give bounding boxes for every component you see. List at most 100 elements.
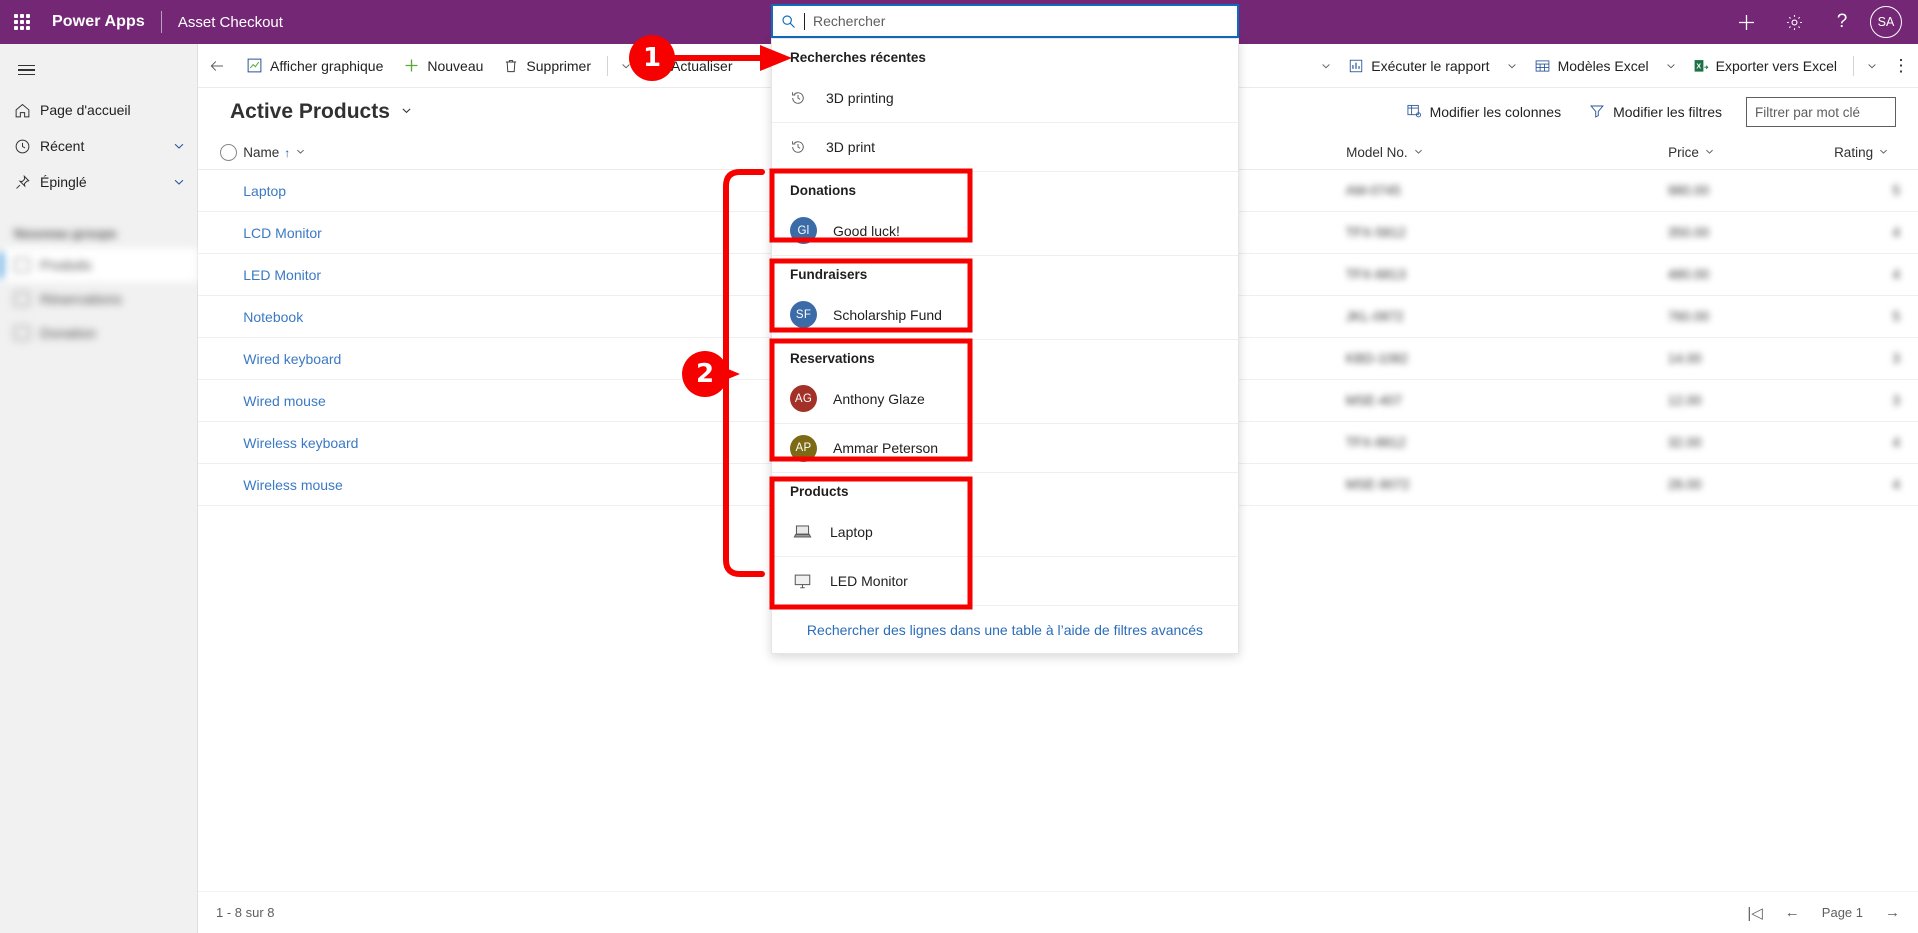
sidebar-item-reservations[interactable]: Réservations <box>0 282 197 316</box>
cell-price: 980.00 <box>1668 183 1834 198</box>
avatar[interactable]: SA <box>1870 6 1902 38</box>
row-select-circle[interactable] <box>198 224 243 241</box>
keyword-filter-input[interactable] <box>1746 97 1896 127</box>
search-section-title: Products <box>772 473 1238 507</box>
cell-model-no: TFX-8812 <box>1346 435 1668 450</box>
first-page-icon[interactable]: |◁ <box>1747 904 1762 922</box>
cell-price: 32.00 <box>1668 435 1834 450</box>
search-result-item[interactable]: APAmmar Peterson <box>772 423 1238 472</box>
command-label: Afficher graphique <box>270 58 383 74</box>
row-select-circle[interactable] <box>198 434 243 451</box>
search-result-item[interactable]: LED Monitor <box>772 556 1238 605</box>
sidebar-item-pinned[interactable]: Épinglé <box>0 164 197 200</box>
cell-rating: 4 <box>1834 267 1918 282</box>
search-result-item[interactable]: SFScholarship Fund <box>772 290 1238 339</box>
cell-model-no: TFX-5812 <box>1346 225 1668 240</box>
recent-search-label: 3D printing <box>826 90 894 106</box>
sidebar-group: Nouveau groupe Produits Réservations Don… <box>0 218 197 350</box>
chevron-down-icon[interactable] <box>1413 146 1424 160</box>
cell-price: 12.00 <box>1668 393 1834 408</box>
chevron-down-icon[interactable] <box>1704 146 1715 160</box>
advanced-find-link[interactable]: Rechercher des lignes dans une table à l… <box>772 605 1238 653</box>
export-to-excel-button[interactable]: X Exporter vers Excel <box>1683 44 1847 88</box>
sidebar-item-products[interactable]: Produits <box>0 248 197 282</box>
chevron-down-icon[interactable] <box>161 139 197 153</box>
sidebar-item-donation[interactable]: Donation <box>0 316 197 350</box>
edit-columns-button[interactable]: Modifier les colonnes <box>1392 96 1576 128</box>
sort-ascending-icon: ↑ <box>284 146 290 160</box>
recent-search-item[interactable]: 3D print <box>772 122 1238 171</box>
row-select-circle[interactable] <box>198 182 243 199</box>
search-section: FundraisersSFScholarship Fund <box>772 255 1238 339</box>
sidebar-group-header: Nouveau groupe <box>0 218 197 248</box>
delete-button[interactable]: Supprimer <box>493 44 601 88</box>
search-section: ReservationsAGAnthony GlazeAPAmmar Peter… <box>772 339 1238 472</box>
column-header-model-no[interactable]: Model No. <box>1346 145 1668 160</box>
ellipsis-vertical-icon[interactable]: ⋮ <box>1884 44 1918 88</box>
run-report-button[interactable]: Exécuter le rapport <box>1338 44 1499 88</box>
waffle-icon[interactable] <box>0 0 44 44</box>
prev-page-icon[interactable]: ← <box>1785 904 1800 921</box>
cell-rating: 4 <box>1834 225 1918 240</box>
cell-rating: 3 <box>1834 351 1918 366</box>
hamburger-icon[interactable] <box>2 48 50 92</box>
grid-footer: 1 - 8 sur 8 |◁ ← Page 1 → <box>198 891 1918 933</box>
chevron-down-icon[interactable] <box>161 175 197 189</box>
brand-title[interactable]: Power Apps <box>52 13 145 31</box>
select-all-circle[interactable] <box>198 144 243 161</box>
command-label: Exécuter le rapport <box>1371 58 1489 74</box>
top-bar-actions: ? SA <box>1722 0 1918 44</box>
chevron-down-icon[interactable] <box>1860 44 1884 88</box>
trash-icon <box>503 58 519 74</box>
avatar: Gl <box>790 217 817 244</box>
cell-model-no: JKL-0872 <box>1346 309 1668 324</box>
refresh-button[interactable]: Actualiser <box>638 44 742 88</box>
chevron-down-icon[interactable] <box>1314 44 1338 88</box>
recent-search-item[interactable]: 3D printing <box>772 73 1238 122</box>
command-label: Actualiser <box>671 58 732 74</box>
row-select-circle[interactable] <box>198 350 243 367</box>
row-select-circle[interactable] <box>198 266 243 283</box>
search-input[interactable]: Rechercher <box>771 4 1239 38</box>
edit-filters-button[interactable]: Modifier les filtres <box>1575 96 1736 128</box>
app-name[interactable]: Asset Checkout <box>178 14 283 31</box>
gear-icon[interactable] <box>1770 0 1818 44</box>
plus-icon[interactable] <box>1722 0 1770 44</box>
search-result-item[interactable]: Laptop <box>772 507 1238 556</box>
row-select-circle[interactable] <box>198 476 243 493</box>
back-arrow-icon[interactable] <box>198 44 236 88</box>
recent-searches-title: Recherches récentes <box>772 39 1238 73</box>
search-result-item[interactable]: GlGood luck! <box>772 206 1238 255</box>
chevron-down-icon[interactable] <box>295 146 306 160</box>
chevron-down-icon[interactable] <box>1878 146 1889 160</box>
grid-tools: Modifier les colonnes Modifier les filtr… <box>1392 88 1896 136</box>
search-result-label: Laptop <box>830 524 873 540</box>
chevron-down-icon[interactable] <box>400 104 413 120</box>
show-chart-button[interactable]: Afficher graphique <box>236 44 393 88</box>
next-page-icon[interactable]: → <box>1885 904 1900 921</box>
new-button[interactable]: Nouveau <box>393 44 493 88</box>
chart-icon <box>246 57 263 74</box>
column-header-price[interactable]: Price <box>1668 145 1834 160</box>
sidebar: Page d'accueil Récent Épinglé Nouveau gr… <box>0 44 198 933</box>
cell-rating: 4 <box>1834 435 1918 450</box>
cell-price: 480.00 <box>1668 267 1834 282</box>
cell-rating: 3 <box>1834 393 1918 408</box>
chevron-down-icon[interactable] <box>614 44 638 88</box>
question-icon[interactable]: ? <box>1818 0 1866 44</box>
chevron-down-icon[interactable] <box>1659 44 1683 88</box>
column-label: Name <box>243 145 279 160</box>
excel-templates-button[interactable]: Modèles Excel <box>1524 44 1659 88</box>
search-result-item[interactable]: AGAnthony Glaze <box>772 374 1238 423</box>
sidebar-item-label: Épinglé <box>40 174 161 190</box>
row-select-circle[interactable] <box>198 392 243 409</box>
search-section-title: Fundraisers <box>772 256 1238 290</box>
sidebar-item-recent[interactable]: Récent <box>0 128 197 164</box>
row-select-circle[interactable] <box>198 308 243 325</box>
column-header-rating[interactable]: Rating <box>1834 145 1918 160</box>
command-label: Supprimer <box>526 58 591 74</box>
chevron-down-icon[interactable] <box>1500 44 1524 88</box>
cell-price: 350.00 <box>1668 225 1834 240</box>
sidebar-item-home[interactable]: Page d'accueil <box>0 92 197 128</box>
page-title[interactable]: Active Products <box>230 100 390 124</box>
